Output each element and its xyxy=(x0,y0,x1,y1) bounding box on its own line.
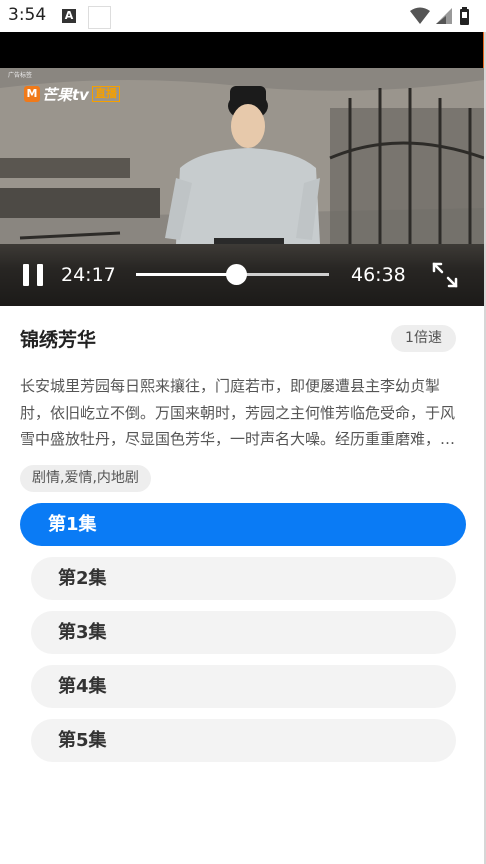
episode-label: 第5集 xyxy=(58,730,107,751)
current-time: 24:17 xyxy=(61,264,116,286)
expand-icon xyxy=(432,262,458,288)
pause-icon xyxy=(23,264,29,286)
seek-thumb[interactable] xyxy=(226,264,248,285)
seek-progress xyxy=(136,273,237,276)
drama-description: 长安城里芳园每日熙来攘往，门庭若市，即便屡遭县主李幼贞掣肘，依旧屹立不倒。万国来… xyxy=(20,377,456,448)
status-time: 3:54 xyxy=(8,5,47,25)
live-badge: 直播 xyxy=(91,86,120,102)
playback-speed-button[interactable]: 1倍速 xyxy=(391,325,456,352)
video-control-bar: 24:17 46:38 xyxy=(0,244,484,306)
episode-item-1[interactable]: 第1集 xyxy=(20,503,466,546)
pause-button[interactable] xyxy=(22,264,44,286)
notification-icon: A xyxy=(62,9,76,23)
episode-item-2[interactable]: 第2集 xyxy=(31,557,456,600)
signal-icon xyxy=(436,8,452,24)
video-player[interactable]: 广告标签 M 芒果tv 直播 24:17 46:38 xyxy=(0,68,484,306)
logo-text: 芒果tv xyxy=(42,85,89,104)
genre-tag: 剧情,爱情,内地剧 xyxy=(20,465,151,492)
ad-tag: 广告标签 xyxy=(8,72,33,79)
fullscreen-button[interactable] xyxy=(430,260,460,290)
pause-icon-bar xyxy=(37,264,43,286)
episode-label: 第1集 xyxy=(48,514,97,535)
episode-label: 第2集 xyxy=(58,568,107,589)
video-top-band xyxy=(0,32,486,68)
mango-logo-icon: M xyxy=(24,86,40,102)
status-icons xyxy=(408,6,478,26)
battery-icon xyxy=(460,7,469,25)
channel-logo: M 芒果tv 直播 xyxy=(24,84,120,104)
status-bar: 3:54 A xyxy=(0,0,486,32)
episode-label: 第4集 xyxy=(58,676,107,697)
seek-bar[interactable] xyxy=(136,264,329,285)
episode-item-3[interactable]: 第3集 xyxy=(31,611,456,654)
drama-title: 锦绣芳华 xyxy=(20,329,97,351)
episode-item-4[interactable]: 第4集 xyxy=(31,665,456,708)
total-time: 46:38 xyxy=(351,264,406,286)
episode-item-5[interactable]: 第5集 xyxy=(31,719,456,762)
notification-square-icon xyxy=(88,6,111,29)
episode-label: 第3集 xyxy=(58,622,107,643)
wifi-icon xyxy=(410,7,430,24)
